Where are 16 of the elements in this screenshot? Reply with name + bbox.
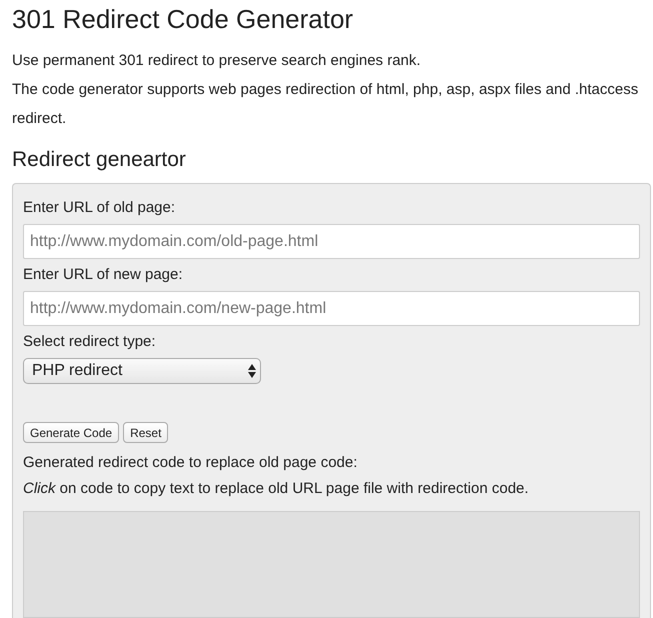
section-title: Redirect geneartor: [12, 147, 187, 173]
output-label: Generated redirect code to replace old page code:: [23, 453, 358, 473]
reset-button[interactable]: Reset: [123, 422, 168, 443]
page-title: 301 Redirect Code Generator: [12, 4, 354, 34]
field-label: Enter URL of new page:: [23, 265, 184, 285]
intro-text: Use permanent 301 redirect to preserve search engines rank.: [12, 51, 422, 71]
url-field[interactable]: http://www.mydomain.com/new-page.html: [23, 291, 640, 326]
field-label: Select redirect type:: [23, 332, 157, 352]
url-field[interactable]: http://www.mydomain.com/old-page.html: [23, 224, 640, 259]
redirect-type-select[interactable]: PHP redirect: [23, 358, 261, 384]
hint-text: Click on code to copy text to replace old URL page file with redirection code.: [23, 479, 530, 499]
field-label: Enter URL of old page:: [23, 198, 176, 218]
dropdown-icon: [248, 364, 256, 378]
code-output-area[interactable]: [23, 511, 640, 618]
intro-text: The code generator supports web pages redirection of html, php, asp, aspx files and .htaccess redirect.: [12, 80, 640, 129]
generate-button[interactable]: Generate Code: [23, 422, 120, 443]
